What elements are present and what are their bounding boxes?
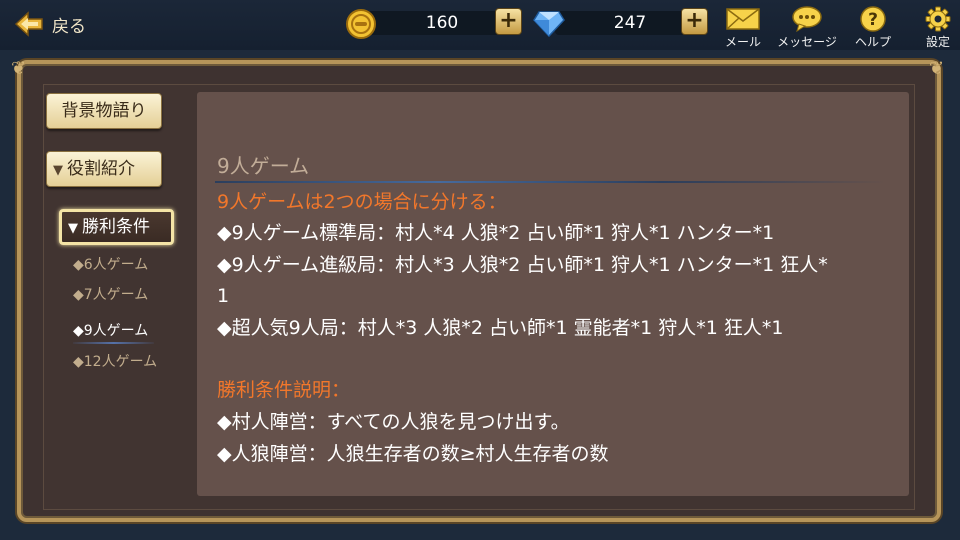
content-line-standard: ◆9人ゲーム標準局：村人*4 人狼*2 占い師*1 狩人*1 ハンター*1 — [217, 222, 775, 244]
plus-icon: + — [685, 8, 704, 33]
gold-coin-icon — [346, 9, 376, 39]
sidebar-item-12-player[interactable]: ◆12人ゲーム — [73, 351, 157, 371]
message-icon — [792, 6, 822, 32]
back-arrow-icon — [14, 11, 43, 37]
content-panel: 9人ゲーム 9人ゲームは2つの場合に分ける： ◆9人ゲーム標準局：村人*4 人狼… — [197, 92, 909, 496]
roles-button-label: 役割紹介 — [67, 159, 135, 179]
victory-conditions-label: 勝利条件 — [82, 217, 150, 237]
frame-ornament-icon: ❦ — [11, 58, 27, 79]
chevron-down-icon: ▼ — [68, 221, 78, 236]
back-label: 戻る — [52, 16, 86, 37]
help-label: ヘルプ — [854, 35, 891, 49]
mail-button[interactable]: メール — [708, 6, 778, 50]
content-line-advanced-cont: 1 — [217, 285, 230, 307]
diamond-plus-button[interactable]: + — [681, 8, 708, 35]
content-line-popular: ◆超人気9人局：村人*3 人狼*2 占い師*1 霊能者*1 狩人*1 狂人*1 — [217, 317, 784, 339]
content-heading-modes: 9人ゲームは2つの場合に分ける： — [217, 191, 507, 213]
content-line-werewolf: ◆人狼陣営：人狼生存者の数≥村人生存者の数 — [217, 443, 609, 465]
help-icon: ? — [860, 6, 886, 32]
plus-icon: + — [499, 8, 518, 33]
settings-gear-icon — [925, 6, 951, 32]
gold-counter: 160 + — [345, 8, 525, 39]
story-button[interactable]: 背景物語り — [46, 93, 162, 129]
roles-button[interactable]: ▼ 役割紹介 — [46, 151, 162, 187]
svg-text:?: ? — [868, 10, 878, 30]
content-heading-victory: 勝利条件説明： — [217, 379, 351, 401]
mail-icon — [726, 8, 760, 30]
chevron-down-icon: ▼ — [53, 163, 63, 178]
help-button[interactable]: ? ヘルプ — [838, 6, 908, 50]
mail-label: メール — [724, 35, 761, 49]
message-label: メッセージ — [777, 35, 837, 49]
sidebar-item-9-player[interactable]: ◆9人ゲーム — [73, 320, 155, 344]
gold-plus-button[interactable]: + — [495, 8, 522, 35]
settings-button[interactable]: 設定 — [903, 6, 960, 50]
sidebar-item-7-player[interactable]: ◆7人ゲーム — [73, 284, 148, 304]
message-button[interactable]: メッセージ — [772, 6, 842, 50]
diamond-counter: 247 + — [533, 8, 713, 38]
top-bar: 戻る 160 + 247 + メール メッセージ ? ヘルプ 設定 — [0, 0, 960, 50]
settings-label: 設定 — [925, 35, 950, 49]
frame-ornament-icon: ❦ — [929, 58, 945, 79]
content-line-advanced: ◆9人ゲーム進級局：村人*3 人狼*2 占い師*1 狩人*1 ハンター*1 狂人… — [217, 254, 828, 276]
title-divider — [215, 181, 885, 183]
victory-conditions-button[interactable]: ▼ 勝利条件 — [59, 209, 174, 245]
back-button[interactable]: 戻る — [14, 8, 86, 40]
content-line-villager: ◆村人陣営：すべての人狼を見つけ出す。 — [217, 411, 570, 433]
sidebar-item-6-player[interactable]: ◆6人ゲーム — [73, 254, 148, 274]
story-button-label: 背景物語り — [61, 101, 147, 121]
diamond-icon — [533, 11, 565, 38]
content-title: 9人ゲーム — [217, 154, 310, 178]
